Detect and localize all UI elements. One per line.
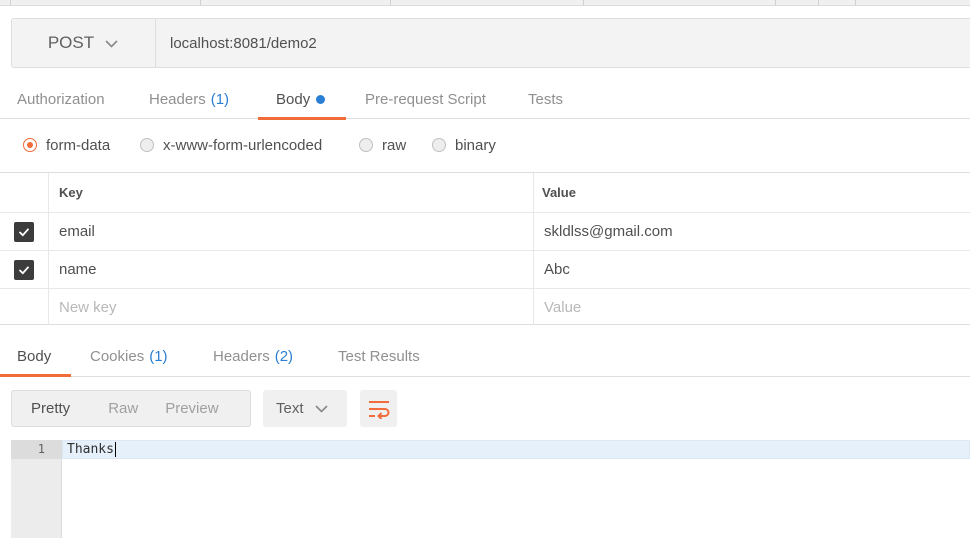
response-code: Thanks xyxy=(67,440,116,459)
tab-label: Headers xyxy=(213,348,270,365)
method-label: POST xyxy=(47,33,95,52)
tab-test-results[interactable]: Test Results xyxy=(338,337,420,376)
pretty-button[interactable]: Pretty xyxy=(31,400,70,417)
response-toolbar: Pretty Raw Preview Text xyxy=(11,390,397,427)
tab-headers[interactable]: Headers (1) xyxy=(149,80,229,119)
new-row: New key Value xyxy=(0,289,970,325)
form-data-table: Key Value email skldlss@gmail.com name A… xyxy=(0,173,970,325)
radio-icon xyxy=(23,138,37,152)
chevron-down-icon xyxy=(105,39,118,48)
tab-label: Authorization xyxy=(17,91,105,108)
top-tab-strip xyxy=(0,0,970,6)
new-value-input[interactable]: Value xyxy=(533,289,581,325)
modified-dot-icon xyxy=(316,95,326,104)
radio-binary[interactable]: binary xyxy=(432,134,496,156)
radio-icon xyxy=(432,138,446,152)
radio-label: binary xyxy=(455,136,496,154)
format-label: Text xyxy=(276,400,304,417)
method-dropdown[interactable]: POST xyxy=(12,19,156,67)
row-checkbox[interactable] xyxy=(14,221,34,242)
body-type-options: form-data x-www-form-urlencoded raw bina… xyxy=(0,119,970,173)
radio-raw[interactable]: raw xyxy=(359,134,406,156)
raw-button[interactable]: Raw xyxy=(108,400,138,417)
preview-button[interactable]: Preview xyxy=(165,400,218,417)
chevron-down-icon xyxy=(314,405,328,413)
tab-tests[interactable]: Tests xyxy=(528,80,563,119)
key-input[interactable]: email xyxy=(59,213,95,250)
radio-label: x-www-form-urlencoded xyxy=(163,136,323,154)
tab-prerequest-script[interactable]: Pre-request Script xyxy=(365,80,486,119)
tab-label: Headers xyxy=(149,91,206,108)
url-bar: POST localhost:8081/demo2 xyxy=(11,18,970,68)
radio-form-data[interactable]: form-data xyxy=(23,134,110,156)
wrap-lines-button[interactable] xyxy=(360,390,397,427)
text-caret xyxy=(114,442,116,457)
row-checkbox[interactable] xyxy=(14,259,34,280)
format-dropdown[interactable]: Text xyxy=(263,390,347,427)
value-input[interactable]: skldlss@gmail.com xyxy=(533,213,673,250)
active-line-highlight xyxy=(62,440,970,459)
tab-authorization[interactable]: Authorization xyxy=(17,80,105,119)
url-input[interactable]: localhost:8081/demo2 xyxy=(156,19,970,67)
tab-body[interactable]: Body xyxy=(258,80,346,120)
request-tabs: Authorization Headers (1) Body Pre-reques… xyxy=(0,80,970,120)
tab-label: Body xyxy=(17,348,52,365)
headers-count-badge: (1) xyxy=(210,91,230,108)
value-input[interactable]: Abc xyxy=(533,251,570,288)
checkbox-cell xyxy=(0,213,49,250)
tab-response-headers[interactable]: Headers (2) xyxy=(213,337,293,376)
value-column-header: Value xyxy=(533,173,576,212)
checkbox-cell xyxy=(0,251,49,288)
response-editor[interactable]: 1 Thanks xyxy=(11,440,970,538)
table-row: name Abc xyxy=(0,251,970,289)
tab-label: Tests xyxy=(528,91,564,108)
tab-cookies[interactable]: Cookies (1) xyxy=(90,337,168,376)
tab-label: Test Results xyxy=(338,348,420,365)
response-tabs: Body Cookies (1) Headers (2) Test Results xyxy=(0,337,970,377)
key-column-header: Key xyxy=(59,185,83,200)
wrap-lines-icon xyxy=(368,400,389,419)
new-key-input[interactable]: New key xyxy=(59,289,117,325)
view-mode-segmented: Pretty Raw Preview xyxy=(11,390,251,427)
radio-urlencoded[interactable]: x-www-form-urlencoded xyxy=(140,134,322,156)
line-number: 1 xyxy=(11,440,62,459)
key-input[interactable]: name xyxy=(59,251,97,288)
radio-label: raw xyxy=(382,136,407,154)
checkbox-cell xyxy=(0,289,49,325)
checkbox-column-header xyxy=(0,173,49,212)
check-icon xyxy=(18,265,30,274)
radio-label: form-data xyxy=(46,136,111,154)
table-header: Key Value xyxy=(0,173,970,213)
table-row: email skldlss@gmail.com xyxy=(0,213,970,251)
check-icon xyxy=(18,227,30,236)
cookies-count-badge: (1) xyxy=(149,348,168,365)
radio-icon xyxy=(359,138,373,152)
response-headers-count-badge: (2) xyxy=(274,348,294,365)
response-text: Thanks xyxy=(67,442,114,457)
radio-icon xyxy=(140,138,154,152)
tab-response-body[interactable]: Body xyxy=(0,337,71,377)
tab-label: Pre-request Script xyxy=(365,91,486,108)
tab-label: Body xyxy=(276,91,311,108)
tab-label: Cookies xyxy=(90,348,145,365)
